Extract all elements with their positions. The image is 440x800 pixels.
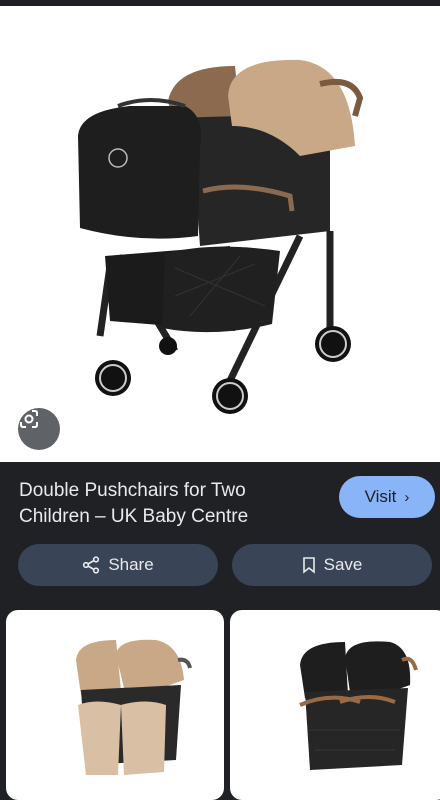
result-title[interactable]: Double Pushchairs for Two Children – UK … [19, 478, 319, 530]
visit-label: Visit [364, 487, 397, 506]
related-image-card[interactable] [6, 610, 224, 800]
bookmark-icon [302, 557, 315, 574]
chevron-right-icon: › [404, 488, 410, 506]
google-lens-icon [20, 410, 38, 428]
share-label: Share [108, 555, 154, 574]
save-button[interactable]: Save [232, 544, 432, 586]
result-info-panel: Double Pushchairs for Two Children – UK … [0, 462, 440, 610]
black-double-pushchair-image [299, 641, 418, 770]
google-lens-button[interactable] [18, 408, 60, 450]
share-button[interactable]: Share [18, 544, 218, 586]
beige-double-pushchair-image [76, 639, 192, 775]
save-label: Save [323, 555, 363, 574]
visit-button[interactable]: Visit › [339, 476, 435, 518]
main-image[interactable] [0, 6, 440, 462]
double-pushchair-image [78, 59, 364, 414]
share-icon [83, 556, 100, 574]
related-image-card[interactable] [230, 610, 440, 800]
